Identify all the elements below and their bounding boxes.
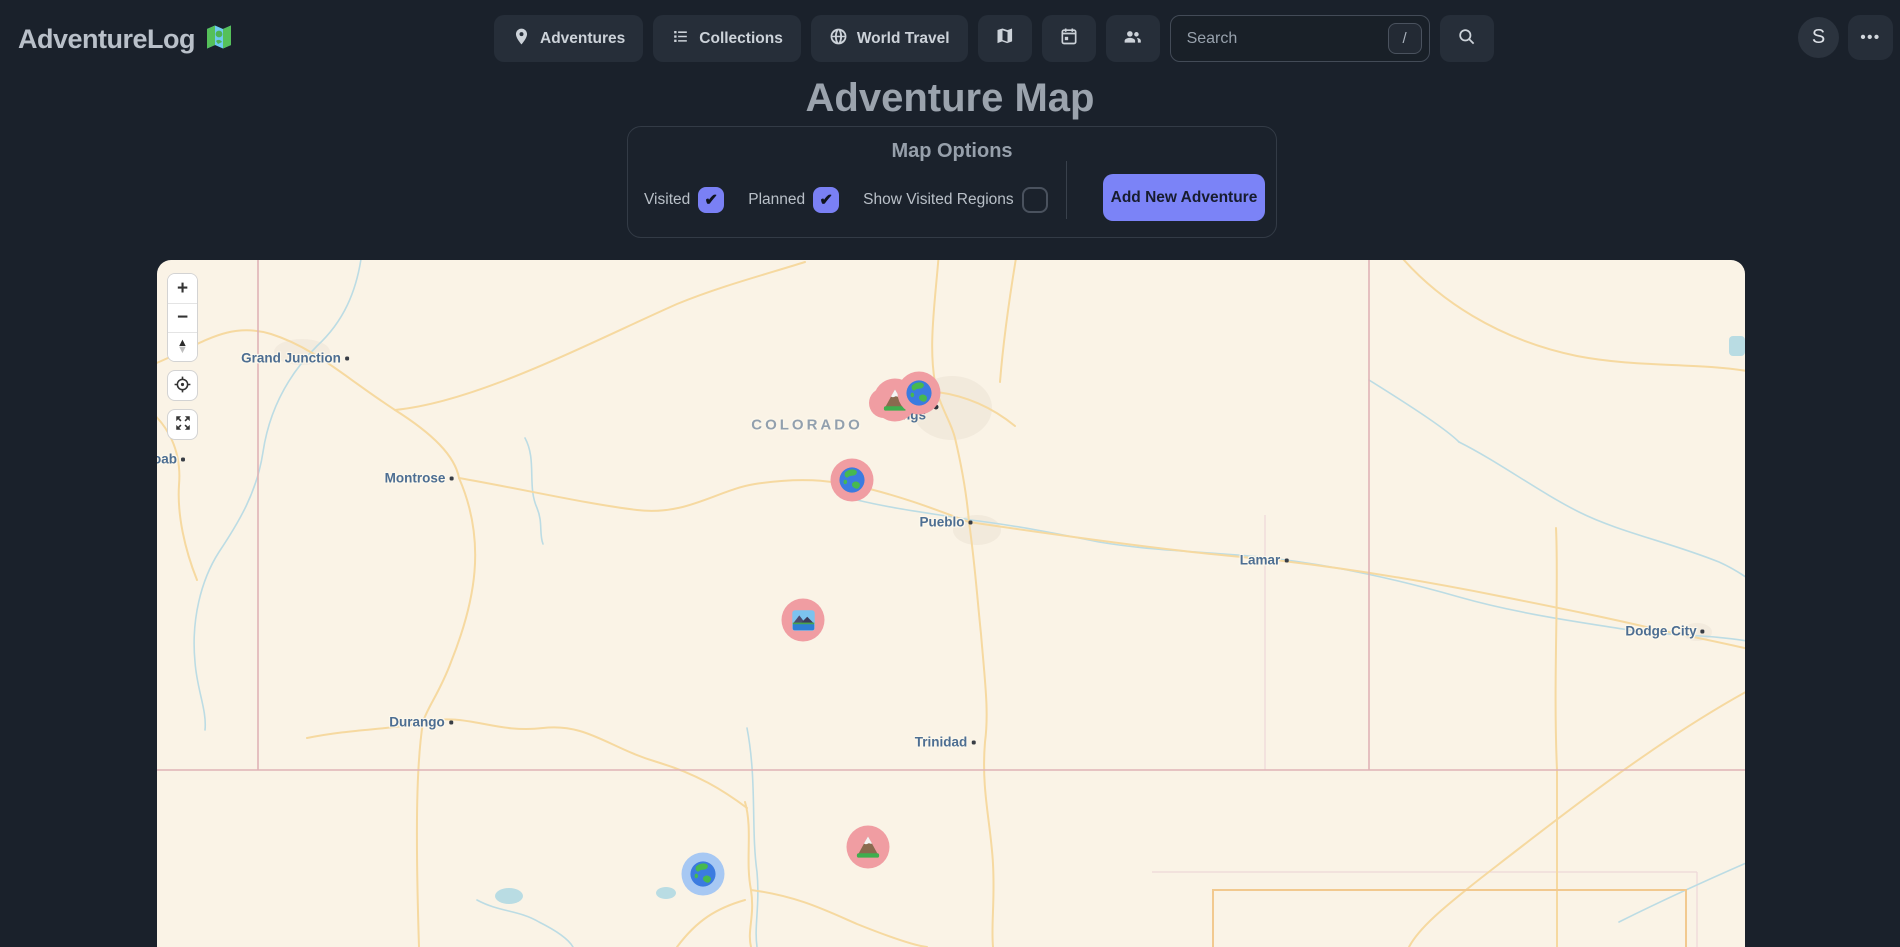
city-dot	[449, 720, 453, 724]
city-label-durango: Durango	[389, 715, 453, 730]
city-label-pueblo: Pueblo	[919, 515, 972, 530]
city-dot	[1701, 629, 1705, 633]
city-dot	[181, 457, 185, 461]
pin-icon	[512, 27, 531, 51]
zoom-in-button[interactable]: +	[168, 274, 197, 303]
nav-adventures-label: Adventures	[540, 30, 625, 48]
state-label-colorado: COLORADO	[751, 417, 863, 434]
users-icon	[1122, 26, 1143, 52]
city-label-montrose: Montrose	[385, 471, 454, 486]
city-label-lamar: Lamar	[1240, 553, 1289, 568]
nav-calendar-button[interactable]	[1042, 15, 1096, 62]
city-label-trinidad: Trinidad	[915, 735, 976, 750]
checkbox-visited[interactable]: ✔	[698, 187, 724, 213]
search-icon	[1457, 27, 1476, 51]
toggle-label: Show Visited Regions	[863, 191, 1014, 209]
fullscreen-icon	[174, 414, 192, 435]
locate-icon	[173, 375, 192, 397]
checkbox-planned[interactable]: ✔	[813, 187, 839, 213]
adventure-marker-mountain-visited[interactable]	[847, 826, 890, 869]
nav-adventures-button[interactable]: Adventures	[494, 15, 643, 62]
options-divider	[1066, 161, 1067, 219]
app-logo[interactable]: AdventureLog	[18, 22, 234, 57]
map-controls: + − ▲▼	[167, 273, 198, 440]
zoom-out-button[interactable]: −	[168, 303, 197, 332]
logo-map-icon	[204, 22, 234, 57]
city-label-oab: oab	[157, 452, 185, 467]
adventure-marker-globe-planned[interactable]	[682, 853, 725, 896]
navbar: AdventureLog Adventures Collections	[0, 0, 1900, 76]
toggle-planned: Planned ✔	[748, 187, 839, 213]
adventure-marker-globe-visited[interactable]	[831, 459, 874, 502]
map-options-title: Map Options	[628, 140, 1276, 163]
app-title: AdventureLog	[18, 24, 195, 55]
city-dot	[971, 740, 975, 744]
page-title: Adventure Map	[0, 76, 1900, 121]
calendar-icon	[1059, 26, 1079, 51]
nav-users-button[interactable]	[1106, 15, 1160, 62]
city-dot	[345, 356, 349, 360]
city-dot	[1284, 558, 1288, 562]
nav-map-button[interactable]	[978, 15, 1032, 62]
compass-icon: ▲▼	[177, 340, 188, 354]
add-new-adventure-button[interactable]: Add New Adventure	[1103, 174, 1265, 221]
nav-right: S •••	[1798, 15, 1893, 60]
nav-collections-label: Collections	[699, 30, 783, 48]
fullscreen-button[interactable]	[167, 409, 198, 440]
toggle-label: Planned	[748, 191, 805, 209]
city-label-dodge-city: Dodge City	[1625, 624, 1704, 639]
adventure-map[interactable]: Grand Junction oab Montrose Durango Pueblo La…	[157, 260, 1745, 947]
list-icon	[671, 27, 690, 51]
nav-world-travel-label: World Travel	[857, 30, 950, 48]
city-dot	[969, 520, 973, 524]
adventure-marker-park-visited[interactable]	[782, 599, 825, 642]
map-basemap	[157, 260, 1745, 947]
locate-button[interactable]	[167, 370, 198, 401]
map-options-card: Map Options Visited ✔ Planned ✔ Show Visited…	[627, 126, 1277, 238]
map-icon	[995, 26, 1015, 51]
search-container: /	[1170, 15, 1430, 62]
search-button[interactable]	[1440, 15, 1494, 62]
toggle-label: Visited	[644, 191, 690, 209]
map-options-toggles: Visited ✔ Planned ✔ Show Visited Regions	[644, 187, 1064, 213]
overflow-menu-button[interactable]: •••	[1848, 15, 1893, 60]
adventure-marker-globe-visited[interactable]	[898, 372, 941, 415]
compass-button[interactable]: ▲▼	[168, 332, 197, 361]
toggle-show-visited-regions: Show Visited Regions	[863, 187, 1048, 213]
avatar[interactable]: S	[1798, 17, 1839, 58]
toggle-visited: Visited ✔	[644, 187, 724, 213]
nav-center: Adventures Collections World Travel	[494, 15, 1494, 62]
city-label-grand-junction: Grand Junction	[241, 351, 349, 366]
city-dot	[449, 476, 453, 480]
nav-collections-button[interactable]: Collections	[653, 15, 801, 62]
zoom-control-group: + − ▲▼	[167, 273, 198, 362]
search-shortcut-badge: /	[1388, 23, 1422, 54]
globe-icon	[829, 27, 848, 51]
checkbox-show-visited-regions[interactable]	[1022, 187, 1048, 213]
nav-world-travel-button[interactable]: World Travel	[811, 15, 968, 62]
